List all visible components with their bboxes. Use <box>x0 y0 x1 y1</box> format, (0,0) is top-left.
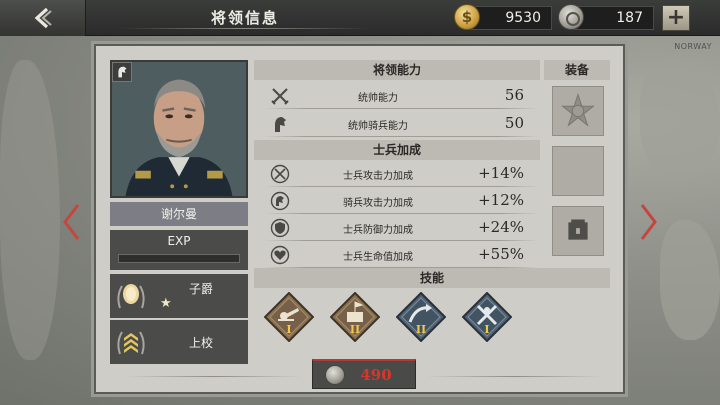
cost-value: 490 <box>360 366 392 384</box>
skill-crossed-blades[interactable]: I <box>461 291 513 343</box>
military-rank: 上校 <box>188 336 213 350</box>
horse-head-icon <box>275 117 286 132</box>
bonus-label: 骑兵攻击力加成 <box>343 198 413 209</box>
star-icon: ★ <box>160 296 172 311</box>
general-name: 谢尔曼 <box>110 202 248 226</box>
medal-icon <box>558 4 584 30</box>
ability-label: 统帅能力 <box>358 93 398 104</box>
equipment-column: 装备 <box>544 60 610 256</box>
chevron-left-icon <box>34 7 52 29</box>
top-bar: 将领信息 $ 9530 187 + <box>0 0 720 36</box>
equipment-slot-empty[interactable] <box>552 146 604 196</box>
title-underline <box>120 28 370 29</box>
ability-value: 50 <box>504 114 524 132</box>
medal-icon <box>325 365 345 385</box>
exp-label: EXP <box>167 234 191 248</box>
skill-level: I <box>484 323 490 336</box>
skill-level: I <box>286 323 292 336</box>
locked-chest-icon <box>568 219 588 240</box>
sword-attack-icon <box>270 164 290 184</box>
bonus-value: +12% <box>478 191 524 209</box>
equipment-slot-medal[interactable] <box>552 86 604 136</box>
medal-icon <box>561 93 595 127</box>
bonus-row: 士兵防御力加成 +24% <box>264 216 540 241</box>
skill-level: II <box>415 323 427 336</box>
noble-title-panel: 子爵 ★ <box>110 274 248 318</box>
bonus-row: 骑兵攻击力加成 +12% <box>264 189 540 214</box>
divider <box>126 376 302 377</box>
skills-heading: 技能 <box>254 268 610 288</box>
crossed-swords-icon <box>271 88 289 105</box>
page-title: 将领信息 <box>210 9 279 27</box>
bonus-label: 士兵生命值加成 <box>343 252 413 263</box>
ability-value: 56 <box>504 86 524 104</box>
bonus-label: 士兵防御力加成 <box>343 225 413 236</box>
map-country-label: NORWAY <box>674 42 712 51</box>
exp-panel: EXP <box>110 230 248 270</box>
coin-icon: $ <box>454 4 480 30</box>
noble-laurel-icon <box>117 284 145 309</box>
heart-health-icon <box>270 245 290 265</box>
add-currency-button[interactable]: + <box>662 5 690 31</box>
skill-level: II <box>349 323 361 336</box>
soldier-bonus-heading: 士兵加成 <box>254 140 540 160</box>
skill-fortification[interactable]: II <box>329 291 381 343</box>
bonus-row: 士兵生命值加成 +55% <box>264 243 540 268</box>
ability-label: 统帅骑兵能力 <box>348 121 408 132</box>
ability-row: 统帅能力 56 <box>264 84 540 109</box>
equipment-slot-locked[interactable] <box>552 206 604 256</box>
back-button[interactable] <box>0 0 86 36</box>
bonus-value: +24% <box>478 218 524 236</box>
bonus-value: +55% <box>478 245 524 263</box>
general-portrait-image <box>112 62 246 196</box>
skill-cavalry-charge[interactable]: II <box>395 291 447 343</box>
bonus-label: 士兵攻击力加成 <box>343 171 413 182</box>
ability-row: 统帅骑兵能力 50 <box>264 112 540 137</box>
noble-title: 子爵 <box>188 282 213 296</box>
shield-defense-icon <box>270 218 290 238</box>
promote-cost-button[interactable]: 490 <box>312 359 416 389</box>
cavalry-attack-icon <box>270 191 290 211</box>
skill-artillery[interactable]: I <box>263 291 315 343</box>
ability-heading: 将领能力 <box>254 60 540 80</box>
next-general-arrow-icon[interactable] <box>640 203 658 241</box>
bonus-value: +14% <box>478 164 524 182</box>
rank-chevron-icon <box>117 331 145 355</box>
exp-progress-bar <box>118 254 240 263</box>
military-rank-panel: 上校 <box>110 320 248 364</box>
equipment-heading: 装备 <box>544 60 610 80</box>
bonus-row: 士兵攻击力加成 +14% <box>264 162 540 187</box>
general-info-panel: 谢尔曼 EXP 子爵 ★ 上校 将领能力 统帅能力 56 统帅骑兵能力 50 士… <box>94 44 625 394</box>
divider <box>426 376 602 377</box>
previous-general-arrow-icon[interactable] <box>62 203 80 241</box>
cavalry-class-icon <box>112 62 132 82</box>
